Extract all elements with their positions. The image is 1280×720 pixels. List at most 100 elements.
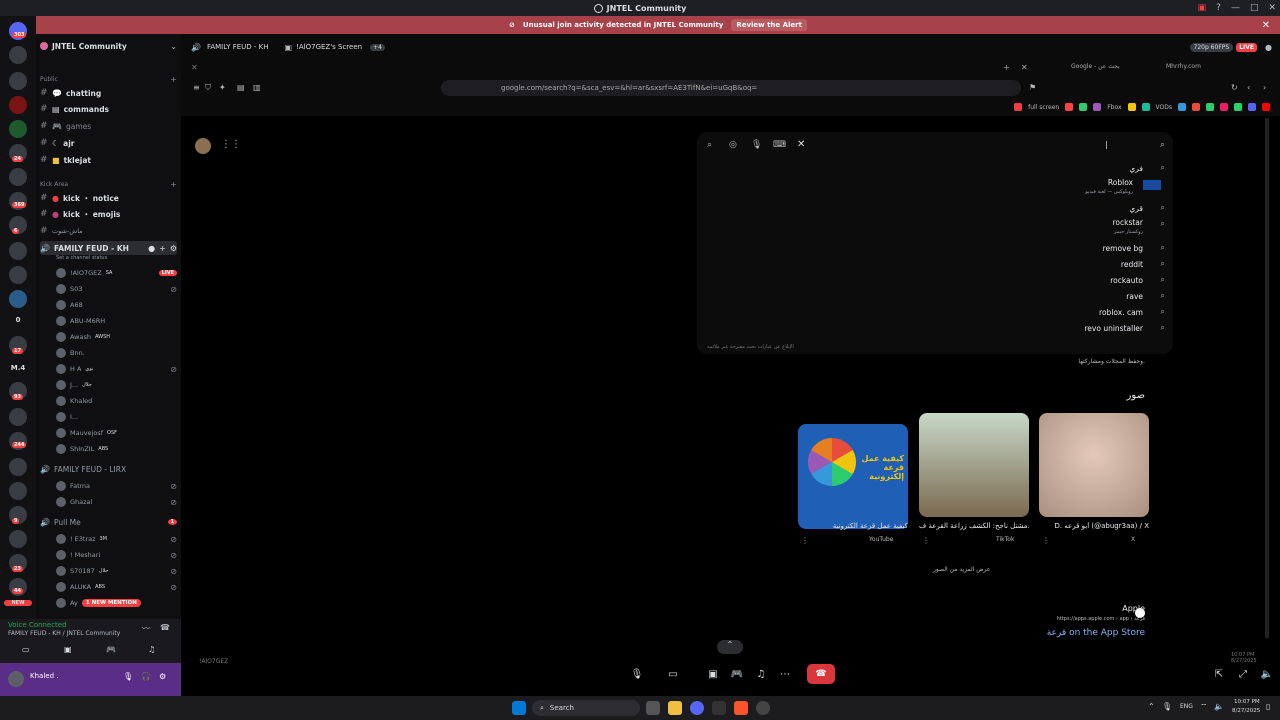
google-account-avatar[interactable] <box>195 138 211 154</box>
tab-label[interactable]: Mhrrhy.com <box>1166 63 1201 70</box>
clear-search-icon[interactable]: ✕ <box>797 139 805 150</box>
taskbar-search[interactable]: ⌕ Search <box>532 700 640 716</box>
bookmark-favicon-icon[interactable] <box>1192 103 1200 111</box>
suggestion-item[interactable]: remove bg ⌕ <box>697 242 1173 256</box>
add-user-icon[interactable]: + <box>159 244 166 253</box>
voice-user[interactable]: ABU-M6RH <box>56 314 177 328</box>
search-icon[interactable]: ⌕ <box>1160 140 1165 150</box>
lens-icon[interactable]: ◎ <box>729 140 737 150</box>
channel-tklejat[interactable]: # ■ tklejat <box>40 153 177 167</box>
split-view-icon[interactable]: ▥ <box>253 83 261 92</box>
bookmark-favicon-icon[interactable] <box>1206 103 1214 111</box>
activity-icon[interactable]: 🎮 <box>106 645 116 654</box>
voice-user[interactable]: A68 <box>56 298 177 312</box>
camera-off-icon[interactable]: ▭ <box>22 645 30 654</box>
screen-share-icon[interactable]: ▣ <box>705 667 721 683</box>
maximize-button[interactable]: □ <box>1250 3 1259 13</box>
new-mention-pill[interactable]: 1 NEW MENTION <box>81 599 141 607</box>
voice-user[interactable]: J... جلال <box>56 378 177 392</box>
channel-kick-notice[interactable]: # ● kick ・ notice <box>40 191 177 205</box>
settings-gear-icon[interactable]: ⚙ <box>159 672 166 681</box>
server-icon[interactable] <box>9 408 27 426</box>
bookmark-favicon-icon[interactable] <box>1141 103 1150 111</box>
bookmark-fbox[interactable]: Fbox <box>1107 104 1121 111</box>
apps-grid-icon[interactable]: ⋮⋮ <box>221 139 241 150</box>
bookmark-favicon-icon[interactable] <box>1248 103 1256 111</box>
user-icon[interactable]: ● <box>1265 43 1272 52</box>
image-caption[interactable]: D. أبو قرعه (@abugr3aa) / X <box>1039 522 1149 530</box>
voice-user[interactable]: Fatma ⊘ <box>56 479 177 493</box>
more-options-icon[interactable]: ⋮ <box>1042 536 1050 545</box>
image-caption[interactable]: كيفية عمل قرعة الكترونية <box>798 522 908 530</box>
extension-icon[interactable]: ✦ <box>219 83 226 92</box>
voice-user[interactable]: S70187 جلال ⊘ <box>56 564 177 578</box>
new-tab-icon[interactable]: + <box>1003 63 1010 72</box>
expand-controls-icon[interactable]: ⌃ <box>717 640 743 654</box>
close-window-button[interactable]: ✕ <box>1268 3 1276 13</box>
microphone-icon[interactable]: 🎙 <box>629 667 645 683</box>
server-icon[interactable] <box>9 46 27 64</box>
reload-icon[interactable]: ↻ <box>1231 83 1238 92</box>
show-more-images[interactable]: عرض المزيد من الصور <box>933 566 990 573</box>
voice-user[interactable]: ShInZIL ABS <box>56 442 177 456</box>
volume-tray-icon[interactable]: 🔈 <box>1214 702 1224 711</box>
voice-channel-family-feud-lirx[interactable]: 🔊 FAMILY FEUD - LIRX <box>40 462 177 476</box>
microphone-tray-icon[interactable]: 🎙 <box>1162 702 1172 711</box>
bookmark-favicon-icon[interactable] <box>1093 103 1102 111</box>
server-icon[interactable] <box>9 266 27 284</box>
chat-icon[interactable]: ● <box>148 244 155 253</box>
voice-user[interactable]: Awash AWSH <box>56 330 177 344</box>
screen-share-icon[interactable]: ▣ <box>64 645 72 654</box>
menu-icon[interactable]: ≡ <box>193 83 200 92</box>
channel-chatting[interactable]: # 💬 chatting <box>40 86 177 100</box>
voice-user[interactable]: Khaled <box>56 394 177 408</box>
server-header[interactable]: JNTEL Community ⌄ <box>40 39 177 53</box>
url-bar[interactable]: google.com/search?q=&sca_esv=&hl=ar&sxsr… <box>441 80 1021 96</box>
clock-time[interactable]: 10:07 PM <box>1234 699 1260 705</box>
channel-misc[interactable]: # ماش-شوت <box>40 224 177 238</box>
bookmark-full-screen[interactable]: full screen <box>1028 104 1059 111</box>
popout-icon[interactable]: ⇱ <box>1211 667 1227 683</box>
voice-user[interactable]: Ay 1 NEW MENTION <box>56 596 177 610</box>
suggestion-item[interactable]: reddit ⌕ <box>697 258 1173 272</box>
suggestion-item[interactable]: roblox. cam ⌕ <box>697 306 1173 320</box>
fullscreen-icon[interactable]: ⤢ <box>1235 667 1251 683</box>
scrollbar[interactable] <box>1265 118 1269 638</box>
sidebar-icon[interactable]: ▤ <box>237 83 245 92</box>
image-result-thumbnail[interactable] <box>1039 413 1149 517</box>
image-result-thumbnail[interactable] <box>919 413 1029 517</box>
soundboard-icon[interactable]: ♫ <box>753 667 769 683</box>
voice-user[interactable]: Ghazal ⊘ <box>56 495 177 509</box>
close-tab-icon[interactable]: ✕ <box>1021 63 1028 72</box>
voice-user[interactable]: Bnn. <box>56 346 177 360</box>
server-icon[interactable] <box>9 242 27 260</box>
server-label[interactable]: 0 <box>4 316 32 324</box>
server-icon[interactable] <box>9 72 27 90</box>
microphone-icon[interactable]: 🎙 <box>123 672 133 681</box>
suggestion-item[interactable]: rockstar روكستار جيمز ⌕ <box>697 218 1173 238</box>
add-channel-icon[interactable]: + <box>170 180 177 189</box>
voice-user[interactable]: I... <box>56 410 177 424</box>
task-view-icon[interactable] <box>646 701 660 715</box>
bookmark-favicon-icon[interactable] <box>1014 103 1023 111</box>
bookmark-favicon-icon[interactable] <box>1234 103 1242 111</box>
camera-icon[interactable]: ▭ <box>665 667 681 683</box>
viewer-count[interactable]: +4 <box>370 43 385 51</box>
voice-channel-pull-me[interactable]: 🔊 Pull Me 1 <box>40 515 177 529</box>
language-indicator[interactable]: ENG <box>1180 703 1193 710</box>
image-result-thumbnail[interactable]: كيفية عمل قرعة إلكترونية <box>798 424 908 529</box>
bookmark-favicon-icon[interactable] <box>1127 103 1136 111</box>
server-icon[interactable] <box>9 530 27 548</box>
bookmark-favicon-icon[interactable] <box>1178 103 1186 111</box>
review-alert-button[interactable]: Review the Alert <box>731 19 807 31</box>
discord-icon[interactable] <box>690 701 704 715</box>
bookmark-icon[interactable]: ⚑ <box>1029 83 1036 92</box>
disconnect-button[interactable]: ☎ <box>807 664 835 684</box>
brave-browser-icon[interactable] <box>734 701 748 715</box>
report-suggestions-link[interactable]: الإبلاغ عن عبارات بحث مقترحة غير ملائمة <box>707 344 794 350</box>
microphone-icon[interactable]: 🎙 <box>751 140 762 150</box>
server-icon[interactable] <box>9 96 27 114</box>
noise-suppression-icon[interactable]: 〰 <box>142 623 150 634</box>
more-options-icon[interactable]: ⋮ <box>922 536 930 545</box>
gear-icon[interactable]: ⚙ <box>170 244 177 253</box>
